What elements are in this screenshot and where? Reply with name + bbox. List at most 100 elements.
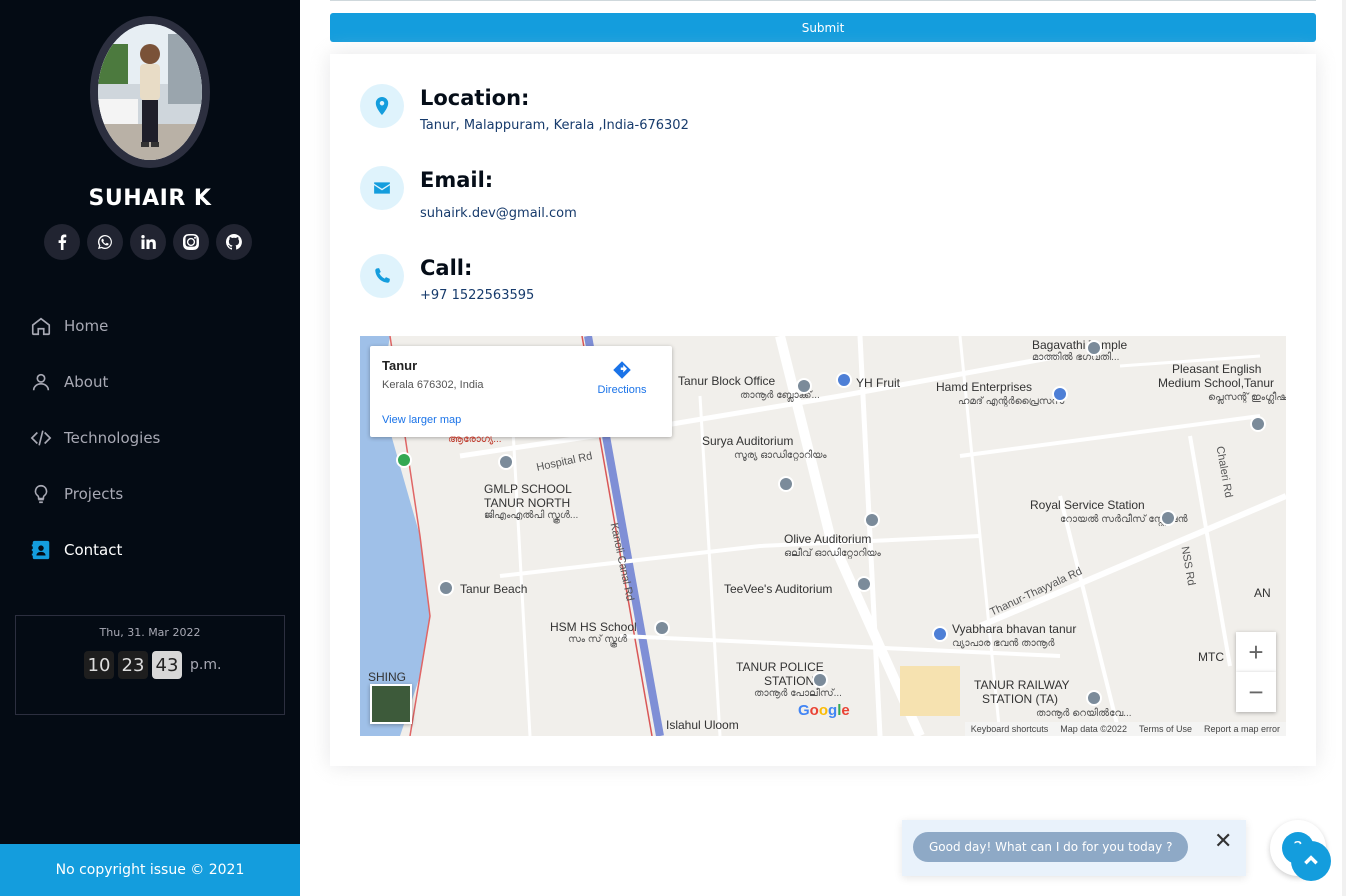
map-label: TANUR NORTH [484, 496, 571, 510]
hospital-pin-icon[interactable] [396, 452, 412, 468]
auditorium-pin-icon[interactable] [856, 576, 872, 592]
social-links [44, 224, 252, 260]
school-pin-icon[interactable] [498, 454, 514, 470]
call-text[interactable]: +97 1522563595 [420, 288, 534, 303]
zoom-in-button[interactable]: + [1236, 632, 1276, 672]
map-data-text: Map data ©2022 [1060, 724, 1127, 734]
map-label: Islahul Uloom [666, 718, 739, 732]
chat-greeting-message[interactable]: Good day! What can I do for you today ? [913, 832, 1189, 862]
map-place-address: Kerala 676302, India [382, 379, 484, 391]
map-label: Tanur Block Office [678, 374, 776, 388]
terms-link[interactable]: Terms of Use [1139, 724, 1192, 734]
map-label: പ്ലെസന്റ് ഇംഗ്ലീഷ്... [1208, 392, 1286, 403]
directions-button[interactable]: Directions [592, 360, 652, 396]
submit-button[interactable]: Submit [330, 13, 1316, 42]
nav-label-technologies: Technologies [64, 429, 161, 447]
profile-avatar [90, 16, 210, 168]
map-label: Vyabhara bhavan tanur [952, 622, 1077, 636]
google-map[interactable]: Tanur Kerala 676302, India View larger m… [360, 336, 1286, 736]
map-label: സൂര്യ ഓഡിറ്റോറിയം [734, 450, 827, 461]
map-label: Bagavathi Temple [1032, 338, 1128, 352]
linkedin-link[interactable] [130, 224, 166, 260]
sidebar: SUHAIR K Home About Technologies Project… [0, 0, 300, 896]
map-label: Hamd Enterprises [936, 380, 1033, 394]
satellite-toggle[interactable] [370, 684, 412, 724]
map-pin-icon [375, 97, 389, 115]
google-logo: Google [798, 702, 850, 719]
map-label: Royal Service Station [1030, 498, 1145, 512]
nav-item-contact[interactable]: Contact [30, 522, 160, 578]
map-label: STATION [764, 674, 815, 688]
email-text[interactable]: suhairk.dev@gmail.com [420, 206, 577, 221]
map-label: താനൂർ റെയിൽവേ... [1036, 708, 1132, 719]
call-title: Call: [420, 256, 473, 280]
nav-item-about[interactable]: About [30, 354, 160, 410]
map-label: താനൂർ പോലീസ്... [754, 688, 842, 699]
nav-label-projects: Projects [64, 485, 124, 503]
whatsapp-link[interactable] [87, 224, 123, 260]
map-label: ഹമദ് എന്റർപ്രൈസസ് [958, 396, 1066, 407]
user-icon [32, 373, 50, 391]
map-label: TeeVee's Auditorium [724, 582, 833, 596]
fuel-pin-icon[interactable] [1160, 510, 1176, 526]
shop-pin-icon[interactable] [836, 372, 852, 388]
beach-pin-icon[interactable] [438, 580, 454, 596]
github-link[interactable] [216, 224, 252, 260]
report-map-error-link[interactable]: Report a map error [1204, 724, 1280, 734]
instagram-icon [183, 234, 199, 250]
map-footer: Keyboard shortcuts Map data ©2022 Terms … [964, 722, 1286, 736]
shop-pin-icon[interactable] [932, 626, 948, 642]
close-icon[interactable]: ✕ [1214, 831, 1232, 853]
map-label: Pleasant English [1172, 362, 1262, 376]
clock-hours: 10 [84, 651, 114, 679]
map-place-popup: Tanur Kerala 676302, India View larger m… [370, 346, 672, 437]
police-pin-icon[interactable] [812, 672, 828, 688]
map-label: HSM HS School [550, 620, 637, 634]
map-label: Medium School,Tanur [1158, 376, 1275, 390]
view-larger-map-link[interactable]: View larger map [382, 414, 461, 426]
email-icon-circle [360, 166, 404, 210]
nav-label-home: Home [64, 317, 109, 335]
phone-icon [375, 268, 390, 283]
school-pin-icon[interactable] [1250, 416, 1266, 432]
map-label: സം സ് സ്കൂൾ [568, 634, 628, 645]
chat-greeting-panel: Good day! What can I do for you today ? … [902, 820, 1246, 876]
office-pin-icon[interactable] [796, 378, 812, 394]
clock-seconds: 43 [152, 651, 182, 679]
keyboard-shortcuts-link[interactable]: Keyboard shortcuts [971, 724, 1049, 734]
train-pin-icon[interactable] [1086, 690, 1102, 706]
github-icon [226, 234, 242, 250]
message-field-border [330, 0, 1316, 1]
contact-info-card: Location: Tanur, Malappuram, Kerala ,Ind… [330, 54, 1316, 766]
nav-item-technologies[interactable]: Technologies [30, 410, 160, 466]
nav-item-projects[interactable]: Projects [30, 466, 160, 522]
lightbulb-icon [34, 484, 48, 504]
clock-time: 10 23 43 p.m. [84, 651, 221, 679]
page-scrollbar[interactable] [1342, 0, 1346, 896]
map-label: TANUR POLICE [736, 660, 824, 674]
temple-pin-icon[interactable] [1086, 340, 1102, 356]
profile-name: SUHAIR K [88, 186, 212, 211]
school-pin-icon[interactable] [654, 620, 670, 636]
zoom-out-button[interactable]: − [1236, 672, 1276, 712]
facebook-link[interactable] [44, 224, 80, 260]
clock-ampm: p.m. [190, 657, 222, 673]
shop-pin-icon[interactable] [1052, 386, 1068, 402]
clock-minutes: 23 [118, 651, 148, 679]
whatsapp-icon [98, 235, 112, 249]
location-title: Location: [420, 86, 530, 110]
auditorium-pin-icon[interactable] [778, 476, 794, 492]
linkedin-icon [141, 235, 156, 249]
main-nav: Home About Technologies Projects Contact [30, 298, 160, 578]
map-label: TANUR RAILWAY [974, 678, 1070, 692]
map-label: ആരോഗ്യ... [448, 434, 502, 445]
clock-widget: Thu, 31. Mar 2022 10 23 43 p.m. [15, 615, 285, 715]
map-label: GMLP SCHOOL [484, 482, 572, 496]
back-to-top-button[interactable] [1291, 841, 1331, 881]
facebook-icon [58, 234, 67, 250]
instagram-link[interactable] [173, 224, 209, 260]
map-label: SHING [368, 670, 407, 684]
nav-item-home[interactable]: Home [30, 298, 160, 354]
map-label: Olive Auditorium [784, 532, 872, 546]
auditorium-pin-icon[interactable] [864, 512, 880, 528]
